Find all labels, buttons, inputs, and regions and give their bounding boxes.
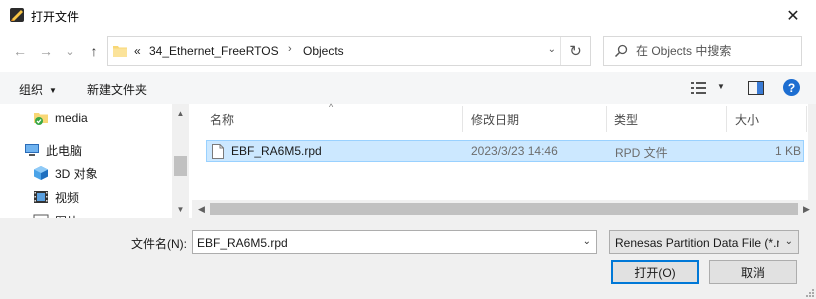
nav-item-label: 此电脑 <box>46 143 83 158</box>
organize-caret-icon: ▼ <box>49 86 57 95</box>
nav-item-this-pc[interactable]: 此电脑 <box>24 139 82 161</box>
refresh-icon: ↻ <box>569 43 582 60</box>
close-button[interactable]: ✕ <box>770 0 816 31</box>
filename-dropdown-icon[interactable]: ⌄ <box>583 236 591 247</box>
file-name: EBF_RA6M5.rpd <box>231 144 322 158</box>
file-type-dropdown-icon: ⌄ <box>784 236 793 247</box>
folder-icon <box>113 46 127 57</box>
3d-objects-icon <box>34 166 48 180</box>
video-icon <box>34 191 48 203</box>
search-icon <box>614 44 628 58</box>
view-options-caret-icon[interactable]: ▼ <box>717 82 725 91</box>
folder-sync-icon <box>34 113 48 125</box>
scroll-thumb[interactable] <box>210 203 798 215</box>
navigation-pane-scrollbar[interactable]: ▲ ▼ <box>172 104 189 218</box>
nav-item-label: 视频 <box>55 190 80 205</box>
scroll-up-icon[interactable]: ▲ <box>172 105 189 122</box>
column-divider[interactable] <box>462 106 463 132</box>
title-bar: 打开文件 ✕ <box>0 0 816 31</box>
horizontal-scrollbar[interactable]: ◀ ▶ <box>192 200 816 218</box>
breadcrumb-objects[interactable]: Objects <box>303 44 344 58</box>
filename-input[interactable] <box>197 234 572 251</box>
nav-item-label: media <box>55 111 88 125</box>
sort-ascending-icon: ^ <box>329 102 334 112</box>
search-box[interactable] <box>603 36 802 66</box>
organize-button[interactable]: 组织 ▼ <box>19 81 57 98</box>
address-dropdown-icon[interactable]: ⌄ <box>548 44 556 55</box>
file-type-filter-value: Renesas Partition Data File (*.rpd) <box>615 236 779 250</box>
file-row[interactable]: EBF_RA6M5.rpd 2023/3/23 14:46 RPD 文件 1 K… <box>206 140 804 162</box>
back-button[interactable]: ← <box>10 41 30 61</box>
scroll-down-icon[interactable]: ▼ <box>172 201 189 218</box>
view-options-icon[interactable] <box>691 82 709 94</box>
breadcrumb-separator[interactable]: › <box>288 43 292 55</box>
organize-label: 组织 <box>19 83 44 97</box>
window-title: 打开文件 <box>31 10 80 24</box>
address-overflow-chevron[interactable]: « <box>134 44 141 58</box>
file-list-scrollbar[interactable] <box>808 104 816 200</box>
new-folder-button[interactable]: 新建文件夹 <box>87 81 147 98</box>
refresh-button[interactable]: ↻ <box>560 37 590 65</box>
scroll-left-icon[interactable]: ◀ <box>193 200 210 218</box>
file-modified: 2023/3/23 14:46 <box>471 144 558 158</box>
nav-item-videos[interactable]: 视频 <box>33 186 79 208</box>
open-button[interactable]: 打开(O) <box>611 260 699 284</box>
close-icon: ✕ <box>786 7 800 25</box>
app-icon <box>10 8 24 22</box>
recent-locations-button[interactable]: ⌄ <box>60 41 80 61</box>
resize-grip-icon[interactable] <box>804 287 814 297</box>
nav-item-label: 3D 对象 <box>55 166 98 181</box>
column-header-size[interactable]: 大小 <box>735 104 759 134</box>
column-divider[interactable] <box>806 106 807 132</box>
up-button[interactable]: ↑ <box>84 41 104 61</box>
search-input[interactable] <box>636 40 796 62</box>
dialog-footer: 文件名(N): ⌄ Renesas Partition Data File (*… <box>0 218 816 299</box>
column-header-type[interactable]: 类型 <box>614 104 638 134</box>
toolbar: 组织 ▼ 新建文件夹 ▼ ? <box>0 72 816 104</box>
scroll-right-icon[interactable]: ▶ <box>798 200 815 218</box>
nav-item-3d-objects[interactable]: 3D 对象 <box>33 162 98 184</box>
help-icon[interactable]: ? <box>783 79 800 96</box>
file-type: RPD 文件 <box>615 146 668 160</box>
column-header-modified[interactable]: 修改日期 <box>471 104 519 134</box>
preview-pane-icon[interactable] <box>748 81 764 95</box>
filename-combobox[interactable]: ⌄ <box>192 230 597 254</box>
navigation-bar: ← → ⌄ ↑ « 34_Ethernet_FreeRTOS › Objects… <box>0 33 816 69</box>
breadcrumb-34-ethernet-freertos[interactable]: 34_Ethernet_FreeRTOS <box>149 44 279 58</box>
address-bar[interactable]: « 34_Ethernet_FreeRTOS › Objects ⌄ ↻ <box>107 36 591 66</box>
column-divider[interactable] <box>606 106 607 132</box>
scroll-thumb[interactable] <box>174 156 187 176</box>
file-size: 1 KB <box>775 144 802 158</box>
nav-item-pictures[interactable]: 图片 <box>33 210 79 218</box>
filename-label: 文件名(N): <box>131 237 187 251</box>
nav-item-media[interactable]: media <box>33 107 88 129</box>
navigation-pane: media 此电脑 3D 对象 视频 图片 <box>0 104 190 218</box>
column-divider[interactable] <box>726 106 727 132</box>
forward-button[interactable]: → <box>36 41 56 61</box>
file-icon <box>212 144 224 159</box>
column-header-name[interactable]: 名称 <box>210 104 234 134</box>
computer-icon <box>25 144 39 156</box>
file-type-filter[interactable]: Renesas Partition Data File (*.rpd) ⌄ <box>609 230 799 254</box>
cancel-button[interactable]: 取消 <box>709 260 797 284</box>
